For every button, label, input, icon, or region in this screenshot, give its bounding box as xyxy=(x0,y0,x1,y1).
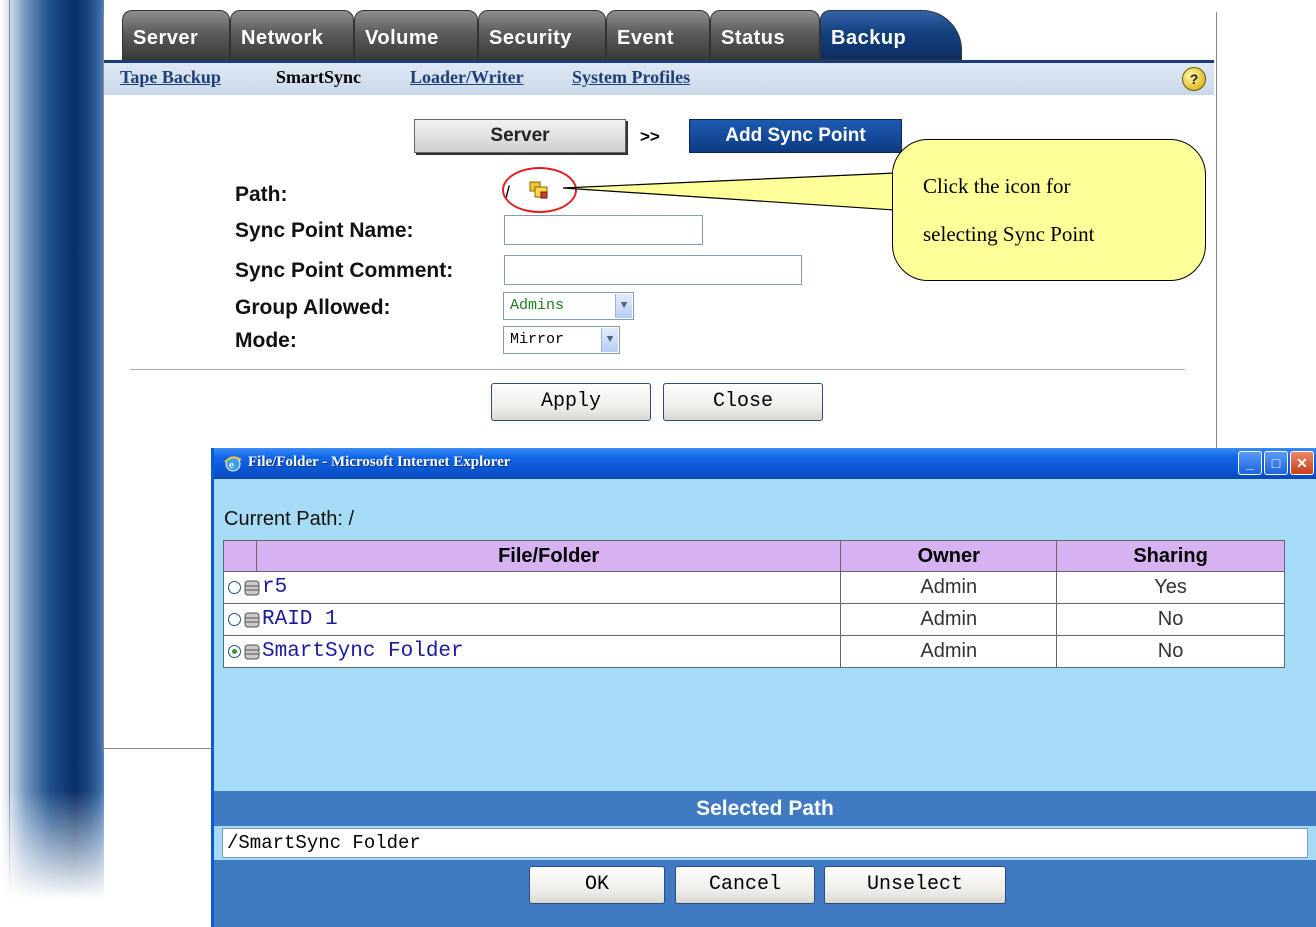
mode-label: Mode: xyxy=(235,329,297,352)
chevron-down-icon[interactable]: ▼ xyxy=(601,328,618,352)
subnav-smartsync[interactable]: SmartSync xyxy=(276,67,361,88)
owner-cell: Admin xyxy=(840,635,1058,668)
callout-joint xyxy=(893,170,899,212)
step-separator: >> xyxy=(640,127,660,146)
left-decoration-fade xyxy=(0,790,104,927)
subnav-loader-writer[interactable]: Loader/Writer xyxy=(410,67,524,88)
selected-path-header: Selected Path xyxy=(214,791,1316,826)
svg-text:e: e xyxy=(229,459,234,471)
path-label: Path: xyxy=(235,183,288,206)
sync-point-name-input[interactable] xyxy=(504,215,703,245)
sharing-cell: No xyxy=(1056,635,1285,668)
tab-strip: Server Network Volume Security Event Sta… xyxy=(122,10,962,60)
callout-note: Click the icon for selecting Sync Point xyxy=(892,139,1206,281)
table-row[interactable]: SmartSync Folder Admin No xyxy=(222,635,1285,668)
tab-backup[interactable]: Backup xyxy=(820,10,962,60)
subnav-tape-backup[interactable]: Tape Backup xyxy=(120,67,221,88)
divider xyxy=(130,369,1185,370)
tab-status[interactable]: Status xyxy=(710,10,820,60)
file-folder-link[interactable]: r5 xyxy=(262,576,287,599)
sharing-cell: Yes xyxy=(1056,571,1285,604)
left-decoration xyxy=(0,0,104,927)
chevron-down-icon[interactable]: ▼ xyxy=(615,294,632,318)
cancel-button[interactable]: Cancel xyxy=(675,866,815,904)
popup-title: File/Folder - Microsoft Internet Explore… xyxy=(248,454,511,470)
group-allowed-label: Group Allowed: xyxy=(235,296,391,319)
subnav-system-profiles[interactable]: System Profiles xyxy=(572,67,690,88)
mode-select[interactable]: Mirror ▼ xyxy=(503,326,620,354)
current-path-label: Current Path: / xyxy=(224,508,355,530)
tab-server[interactable]: Server xyxy=(122,10,230,60)
table-header-row: File/Folder Owner Sharing xyxy=(223,540,1285,572)
disk-icon xyxy=(244,644,260,660)
tab-security[interactable]: Security xyxy=(478,10,606,60)
owner-cell: Admin xyxy=(840,571,1058,604)
row-radio-button[interactable] xyxy=(228,613,241,627)
maximize-button[interactable]: □ xyxy=(1264,451,1288,475)
group-allowed-select[interactable]: Admins ▼ xyxy=(503,292,634,320)
table-header-select xyxy=(223,540,257,572)
apply-button[interactable]: Apply xyxy=(491,383,651,421)
popup-button-bar: OK Cancel Unselect xyxy=(214,860,1316,927)
step-server: Server xyxy=(414,119,626,153)
disk-icon xyxy=(244,612,260,628)
sync-point-name-label: Sync Point Name: xyxy=(235,219,414,242)
popup-titlebar[interactable]: e File/Folder - Microsoft Internet Explo… xyxy=(214,448,1316,479)
table-row[interactable]: r5 Admin Yes xyxy=(222,571,1285,604)
sync-point-comment-label: Sync Point Comment: xyxy=(235,259,454,282)
row-radio-button-selected[interactable] xyxy=(228,645,241,659)
sync-point-comment-input[interactable] xyxy=(504,255,802,285)
table-header-sharing: Sharing xyxy=(1056,540,1285,572)
mode-value: Mirror xyxy=(510,331,565,348)
window-close-button[interactable]: ✕ xyxy=(1290,451,1314,475)
step-add-sync-point: Add Sync Point xyxy=(689,119,902,153)
callout-line-2: selecting Sync Point xyxy=(923,222,1095,246)
help-icon[interactable]: ? xyxy=(1182,67,1206,91)
file-folder-link[interactable]: RAID 1 xyxy=(262,608,338,631)
tab-network[interactable]: Network xyxy=(230,10,354,60)
tab-volume[interactable]: Volume xyxy=(354,10,478,60)
selected-path-input[interactable]: /SmartSync Folder xyxy=(222,828,1308,858)
disk-icon xyxy=(244,580,260,596)
unselect-button[interactable]: Unselect xyxy=(824,866,1006,904)
table-header-file-folder: File/Folder xyxy=(255,540,842,572)
group-allowed-value: Admins xyxy=(510,297,565,314)
internet-explorer-icon: e xyxy=(224,456,242,472)
table-row[interactable]: RAID 1 Admin No xyxy=(222,603,1285,636)
sub-navigation: Tape Backup SmartSync Loader/Writer Syst… xyxy=(104,60,1214,95)
owner-cell: Admin xyxy=(840,603,1058,636)
callout-line-1: Click the icon for xyxy=(923,174,1071,198)
close-button[interactable]: Close xyxy=(663,383,823,421)
row-radio-button[interactable] xyxy=(228,581,241,595)
file-folder-popup-window: e File/Folder - Microsoft Internet Explo… xyxy=(211,448,1316,927)
left-border-line xyxy=(9,0,10,927)
minimize-button[interactable]: _ xyxy=(1238,451,1262,475)
tab-event[interactable]: Event xyxy=(606,10,710,60)
sharing-cell: No xyxy=(1056,603,1285,636)
highlight-circle xyxy=(502,167,577,213)
table-header-owner: Owner xyxy=(840,540,1058,572)
ok-button[interactable]: OK xyxy=(529,866,665,904)
file-folder-table: File/Folder Owner Sharing r5 Admin Yes R… xyxy=(222,540,1285,668)
file-folder-link[interactable]: SmartSync Folder xyxy=(262,640,464,663)
